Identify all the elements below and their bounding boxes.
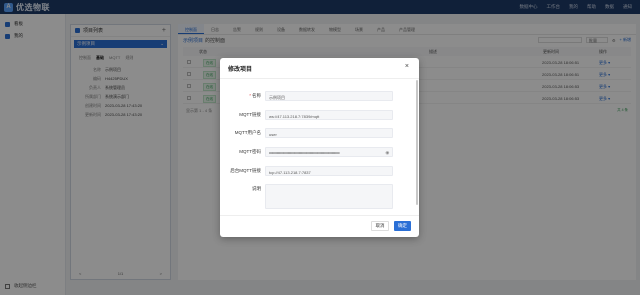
mqtt-password-row: MQTT密码 •••••••••••••••••••••••••••••••••… (220, 147, 410, 157)
mqtt-url-field[interactable]: ws://47.113.218.7:7839/mqtt (265, 110, 393, 120)
backend-mqtt-label: 后台MQTT链接 (230, 168, 261, 173)
description-textarea[interactable] (265, 184, 393, 209)
name-field[interactable]: 示例项目 (265, 91, 393, 101)
mqtt-user-field[interactable]: user (265, 128, 393, 138)
divider (220, 215, 419, 216)
mqtt-user-label: MQTT用户名 (234, 130, 261, 135)
description-label: 说明 (252, 186, 261, 191)
eye-icon[interactable]: ◉ (385, 150, 389, 156)
backend-mqtt-row: 后台MQTT链接 tcp://47.113.218.7:7837 (220, 166, 410, 176)
description-row: 说明 (220, 184, 410, 209)
name-label-text: 名称 (252, 93, 261, 98)
required-mark: * (249, 93, 251, 98)
mqtt-url-label: MQTT链接 (239, 112, 261, 117)
name-row: *名称 示例项目 (220, 91, 410, 101)
dialog-title: 修改项目 (228, 67, 253, 73)
password-mask: ••••••••••••••••••••••••••••••••••••••••… (269, 150, 340, 155)
name-label: *名称 (249, 93, 261, 99)
mqtt-password-field[interactable]: ••••••••••••••••••••••••••••••••••••••••… (265, 147, 393, 157)
close-icon[interactable]: × (405, 63, 409, 70)
cancel-button[interactable]: 取消 (371, 221, 389, 231)
edit-project-dialog: 修改项目 × *名称 示例项目 MQTT链接 ws://47.113.218.7… (220, 58, 419, 237)
dialog-scrollbar[interactable] (416, 80, 418, 205)
mqtt-password-label: MQTT密码 (239, 149, 261, 154)
divider (220, 78, 419, 79)
mqtt-user-row: MQTT用户名 user (220, 128, 410, 138)
mqtt-url-row: MQTT链接 ws://47.113.218.7:7839/mqtt (220, 110, 410, 120)
backend-mqtt-field[interactable]: tcp://47.113.218.7:7837 (265, 166, 393, 176)
confirm-button[interactable]: 确定 (394, 221, 411, 231)
